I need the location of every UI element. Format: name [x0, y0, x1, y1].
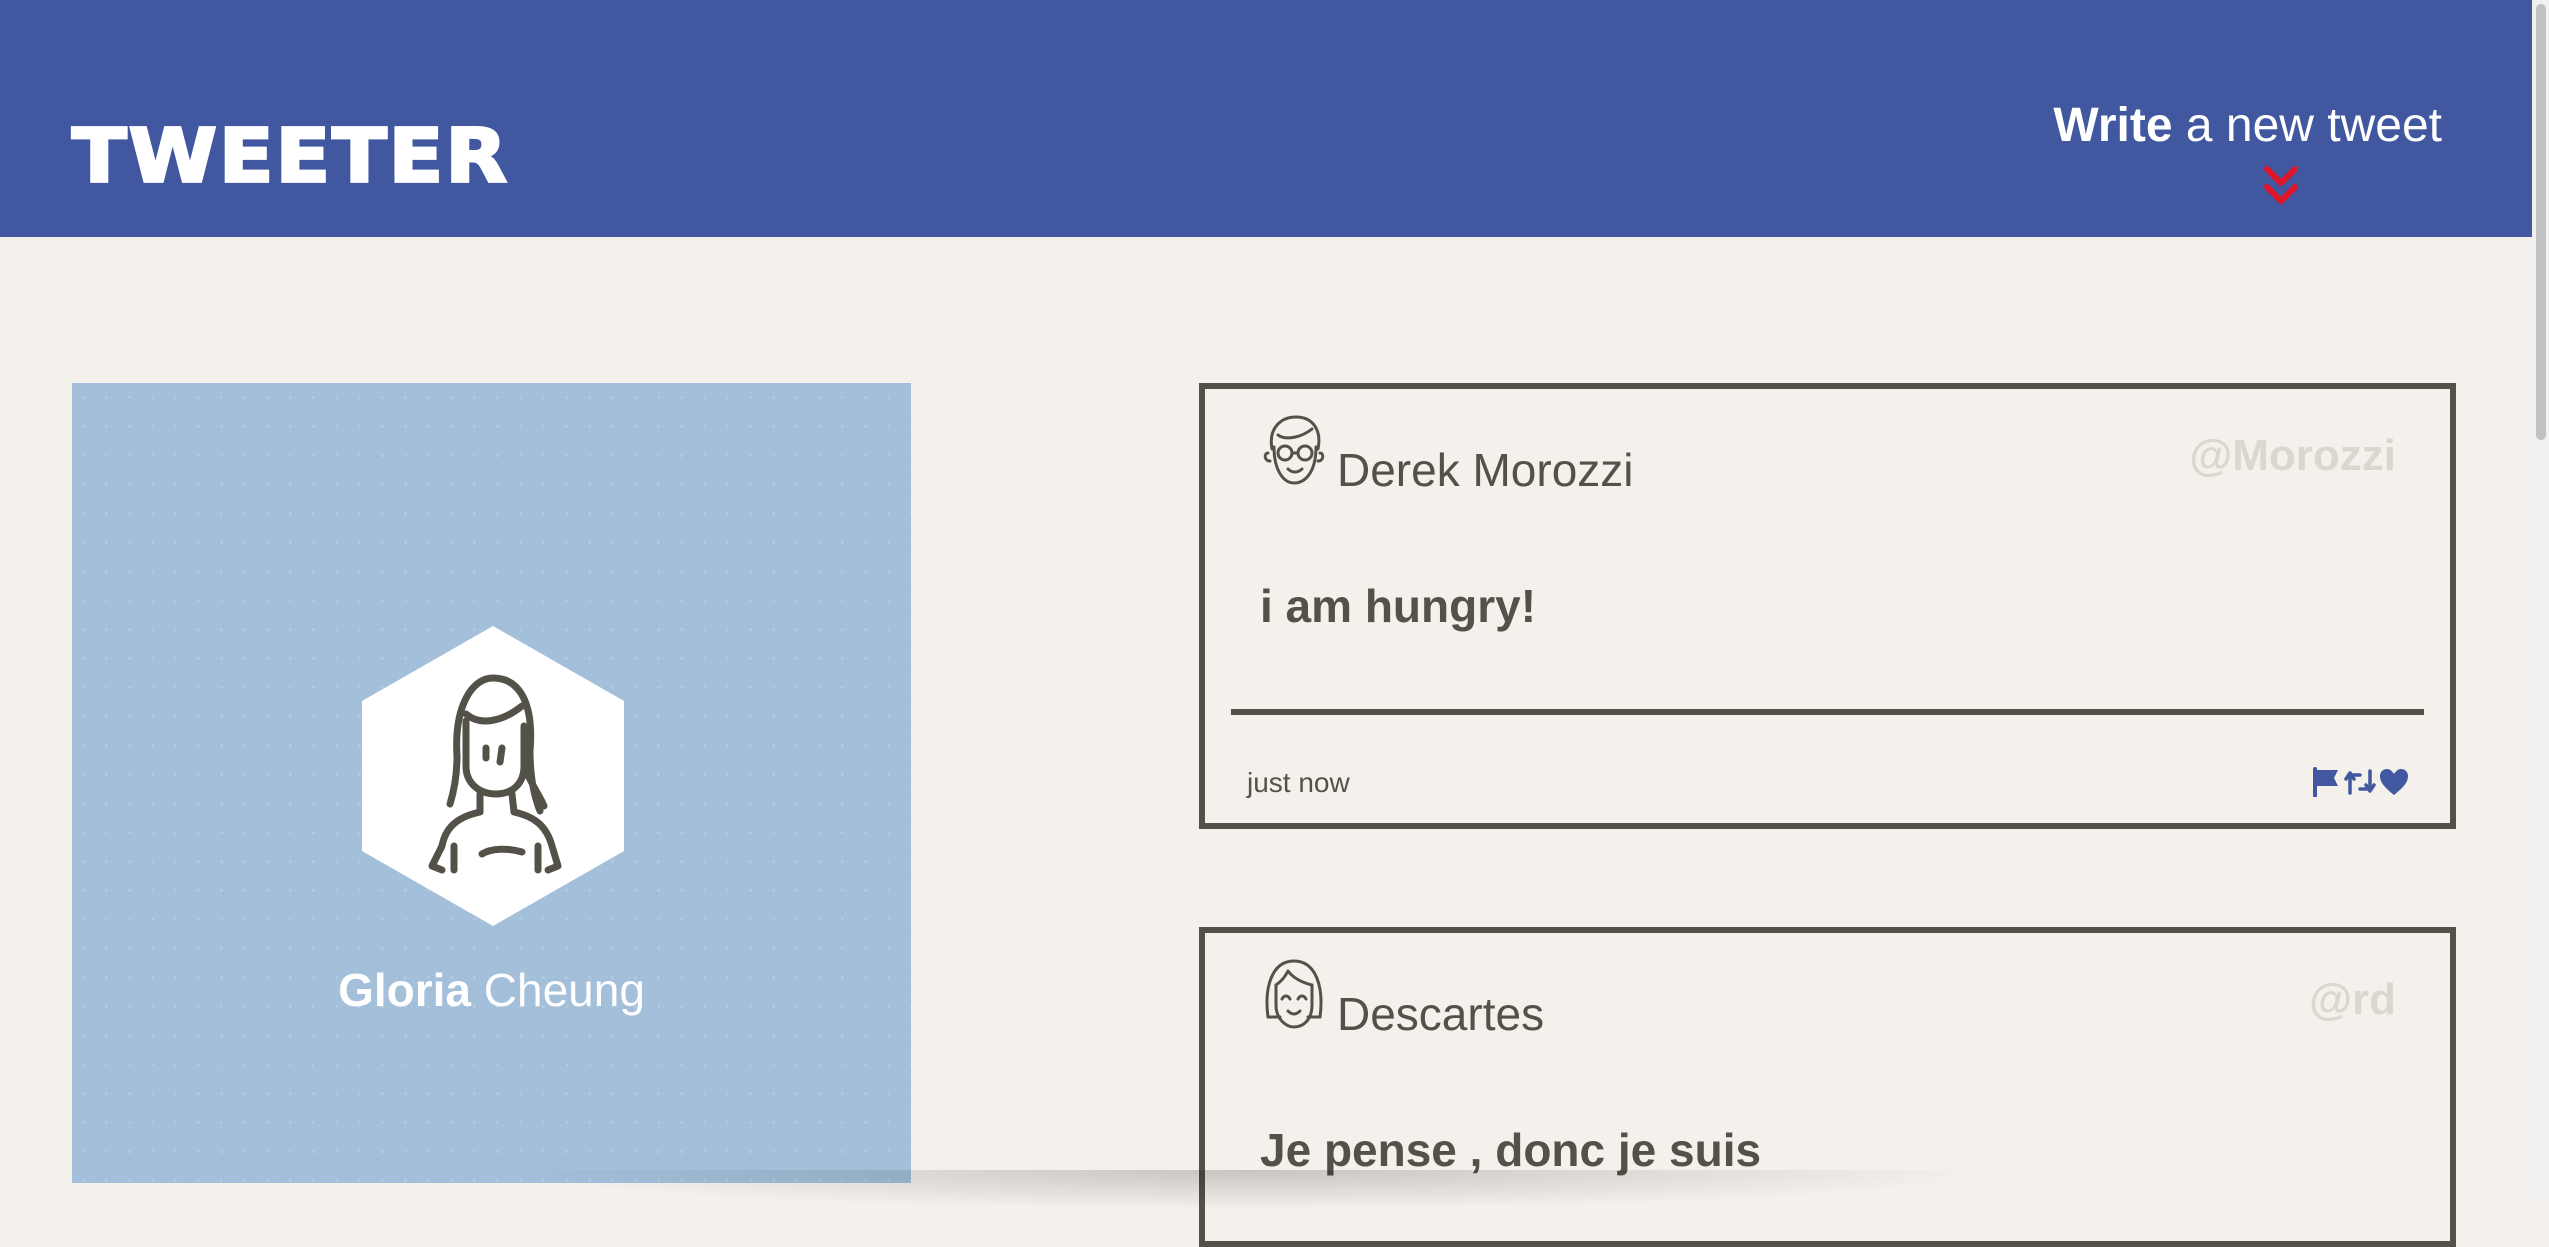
page-scrollbar[interactable]: [2532, 0, 2549, 1199]
scrollbar-thumb[interactable]: [2536, 4, 2546, 440]
profile-name: Gloria Cheung: [72, 963, 911, 1017]
tweet-author-name: Derek Morozzi: [1337, 444, 1634, 496]
flag-icon[interactable]: [2310, 767, 2342, 797]
compose-label-bold: Write: [2053, 99, 2173, 152]
compose-label-rest: a new tweet: [2172, 99, 2442, 152]
man-glasses-avatar-icon: [1263, 415, 1325, 485]
app-logo[interactable]: TWEETER: [71, 118, 509, 194]
tweet-card: Derek Morozzi @Morozzi i am hungry! just…: [1199, 383, 2456, 829]
tweet-author-handle: @rd: [2309, 975, 2396, 1024]
profile-last-name: Cheung: [471, 964, 645, 1016]
profile-first-name: Gloria: [338, 964, 471, 1016]
top-navbar: TWEETER Write a new tweet: [0, 0, 2532, 237]
tweet-content: i am hungry!: [1260, 580, 1537, 632]
tweet-author-handle: @Morozzi: [2189, 431, 2396, 480]
bob-hair-avatar-icon: [1265, 959, 1323, 1029]
tweet-content: Je pense , donc je suis: [1260, 1124, 1762, 1176]
double-chevron-down-icon[interactable]: [2263, 165, 2299, 209]
woman-avatar-icon: [362, 626, 624, 926]
retweet-icon[interactable]: [2344, 767, 2376, 797]
tweet-actions: [2310, 767, 2410, 797]
tweet-timestamp: just now: [1247, 767, 1350, 798]
heart-icon[interactable]: [2378, 767, 2410, 797]
write-new-tweet-button[interactable]: Write a new tweet: [2053, 99, 2442, 153]
tweet-divider: [1231, 709, 2424, 715]
scroll-shadow: [500, 1170, 2000, 1210]
tweet-author-name: Descartes: [1337, 988, 1545, 1040]
user-profile-card: Gloria Cheung: [72, 383, 911, 1183]
